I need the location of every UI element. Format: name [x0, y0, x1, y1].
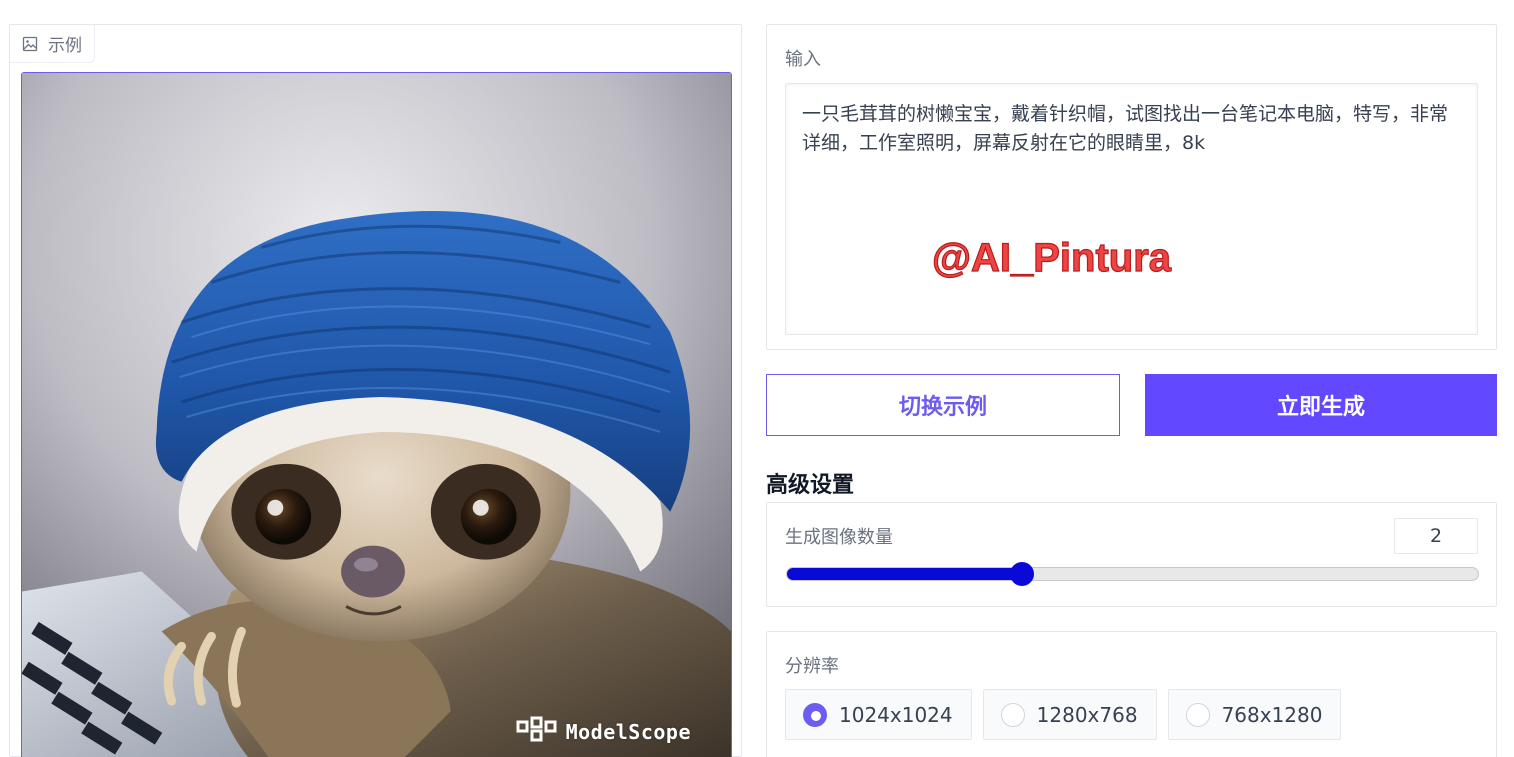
radio-1280x768[interactable] — [1000, 702, 1025, 727]
watermark-text: ModelScope — [565, 719, 691, 744]
watermark-handle: @AI_Pintura — [931, 235, 1172, 280]
image-icon — [22, 36, 38, 52]
example-panel: 示例 ModelScope — [9, 24, 742, 757]
resolution-option-label: 1280x768 — [1036, 702, 1138, 727]
resolution-options: 1024x1024 1280x768 768x1280 — [785, 689, 1342, 740]
resolution-option-label: 768x1280 — [1221, 702, 1323, 727]
input-panel: 输入 一只毛茸茸的树懒宝宝，戴着针织帽，试图找出一台笔记本电脑，特写，非常详细，… — [766, 24, 1497, 350]
advanced-settings-title: 高级设置 — [766, 473, 855, 498]
image-count-label: 生成图像数量 — [785, 527, 893, 548]
radio-768x1280[interactable] — [1185, 702, 1210, 727]
resolution-label: 分辨率 — [785, 656, 839, 677]
prompt-textarea[interactable]: 一只毛茸茸的树懒宝宝，戴着针织帽，试图找出一台笔记本电脑，特写，非常详细，工作室… — [785, 83, 1478, 335]
resolution-panel: 分辨率 1024x1024 1280x768 768x1280 — [766, 631, 1497, 757]
resolution-option-768x1280[interactable]: 768x1280 — [1167, 689, 1342, 740]
example-tab: 示例 — [10, 25, 95, 63]
resolution-option-1024x1024[interactable]: 1024x1024 — [785, 689, 972, 740]
image-count-slider[interactable] — [786, 567, 1479, 581]
generate-button[interactable]: 立即生成 — [1145, 374, 1497, 436]
switch-example-button[interactable]: 切换示例 — [766, 374, 1120, 436]
image-count-input[interactable]: 2 — [1394, 518, 1478, 554]
radio-1024x1024[interactable] — [803, 702, 827, 727]
resolution-option-label: 1024x1024 — [839, 702, 953, 727]
app-root: 示例 ModelScope 输入 一只毛茸茸的树懒宝宝，戴着针织帽，试图找出一台… — [0, 0, 1514, 757]
image-count-panel: 生成图像数量 2 — [766, 502, 1497, 607]
slider-fill — [787, 568, 1022, 580]
modelscope-watermark: ModelScope — [516, 716, 691, 747]
input-label: 输入 — [785, 49, 821, 70]
modelscope-logo-icon — [516, 716, 558, 747]
sloth-photo — [22, 73, 731, 757]
example-tab-label: 示例 — [48, 36, 82, 56]
slider-thumb[interactable] — [1009, 562, 1034, 586]
resolution-option-1280x768[interactable]: 1280x768 — [982, 689, 1157, 740]
example-image[interactable]: ModelScope — [21, 72, 732, 757]
